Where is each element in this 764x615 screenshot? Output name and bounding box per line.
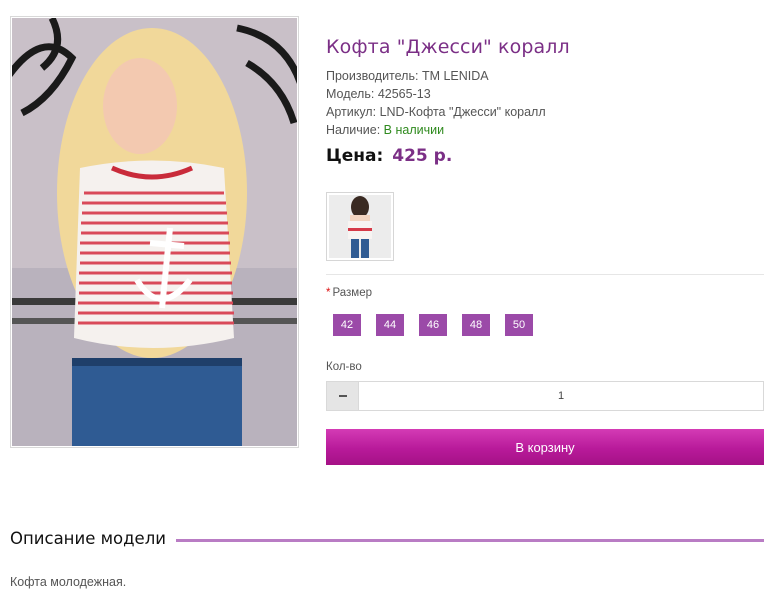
availability-status: В наличии [383, 123, 445, 137]
quantity-label: Кол-во [326, 361, 362, 373]
sku-row: Артикул: LND-Кофта "Джесси" коралл [326, 103, 764, 121]
price-line: Цена: 425 р. [326, 146, 764, 166]
price-value: 425 р. [392, 146, 453, 166]
availability-row: Наличие: В наличии [326, 121, 764, 139]
product-main-image[interactable] [10, 16, 299, 448]
description-text: Кофта молодежная. [10, 575, 127, 589]
size-option-50[interactable]: 50 [505, 314, 533, 336]
size-option-48[interactable]: 48 [462, 314, 490, 336]
sku-value: LND-Кофта "Джесси" коралл [379, 105, 546, 119]
size-label-text: Размер [332, 287, 373, 299]
availability-label: Наличие: [326, 123, 381, 137]
size-option-44[interactable]: 44 [376, 314, 404, 336]
size-options: 42 44 46 48 50 [333, 314, 548, 336]
description-title-line [176, 539, 764, 542]
divider [326, 274, 764, 275]
thumbnail-image [329, 195, 391, 258]
quantity-input[interactable] [359, 382, 763, 410]
product-meta: Производитель: TM LENIDA Модель: 42565-1… [326, 67, 764, 139]
manufacturer-label: Производитель: [326, 69, 419, 83]
quantity-stepper [326, 381, 764, 411]
manufacturer-row: Производитель: TM LENIDA [326, 67, 764, 85]
minus-icon [338, 395, 347, 397]
manufacturer-link[interactable]: TM LENIDA [422, 69, 489, 83]
product-photo [12, 18, 297, 446]
size-option-46[interactable]: 46 [419, 314, 447, 336]
product-thumbnail[interactable] [326, 192, 394, 261]
sku-label: Артикул: [326, 105, 377, 119]
size-option-42[interactable]: 42 [333, 314, 361, 336]
price-label: Цена: [326, 146, 384, 166]
product-info: Кофта "Джесси" коралл Производитель: TM … [326, 36, 764, 166]
required-mark: * [326, 287, 331, 299]
description-title: Описание модели [10, 529, 166, 548]
size-option-label: * Размер [326, 287, 372, 299]
quantity-decrease-button[interactable] [327, 382, 359, 410]
model-row: Модель: 42565-13 [326, 85, 764, 103]
model-value: 42565-13 [377, 87, 431, 101]
model-label: Модель: [326, 87, 375, 101]
add-to-cart-button[interactable]: В корзину [326, 429, 764, 465]
product-title: Кофта "Джесси" коралл [326, 36, 570, 58]
